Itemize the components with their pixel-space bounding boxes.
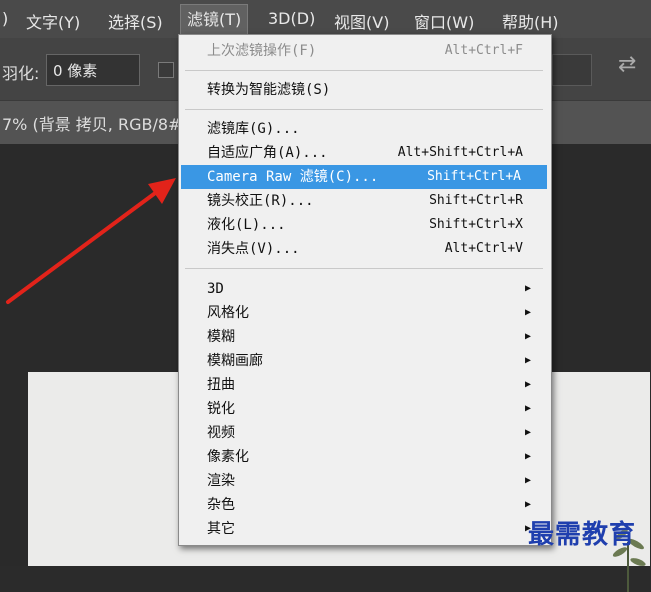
menu-item-help[interactable]: 帮助(H)	[502, 9, 559, 33]
submenu-label: 模糊	[207, 329, 235, 345]
menu-submenu-other[interactable]: 其它 ▶	[179, 517, 549, 541]
submenu-label: 风格化	[207, 305, 249, 321]
chevron-right-icon: ▶	[525, 379, 532, 390]
filter-menu: 上次滤镜操作(F) Alt+Ctrl+F 转换为智能滤镜(S) 滤镜库(G)..…	[178, 34, 552, 546]
swap-icon[interactable]: ⇄	[618, 52, 636, 77]
chevron-right-icon: ▶	[525, 307, 532, 318]
menu-submenu-distort[interactable]: 扭曲 ▶	[179, 373, 549, 397]
vanishing-point-label: 消失点(V)...	[207, 241, 300, 257]
chevron-right-icon: ▶	[525, 427, 532, 438]
menu-vanishing-point[interactable]: 消失点(V)... Alt+Ctrl+V	[179, 237, 549, 261]
last-filter-shortcut: Alt+Ctrl+F	[444, 43, 523, 58]
submenu-label: 模糊画廊	[207, 353, 263, 369]
anti-alias-checkbox[interactable]	[158, 62, 174, 78]
menu-submenu-video[interactable]: 视频 ▶	[179, 421, 549, 445]
lens-correction-shortcut: Shift+Ctrl+R	[429, 193, 523, 208]
menu-submenu-pixelate[interactable]: 像素化 ▶	[179, 445, 549, 469]
feather-input[interactable]: 0 像素	[46, 54, 140, 86]
vanishing-point-shortcut: Alt+Ctrl+V	[444, 241, 523, 256]
filter-gallery-label: 滤镜库(G)...	[207, 121, 300, 137]
menu-camera-raw-filter[interactable]: Camera Raw 滤镜(C)... Shift+Ctrl+A	[181, 165, 547, 189]
menu-item-view[interactable]: 视图(V)	[334, 9, 389, 33]
chevron-right-icon: ▶	[525, 451, 532, 462]
chevron-right-icon: ▶	[525, 475, 532, 486]
menu-item-filter[interactable]: 滤镜(T)	[180, 4, 249, 35]
width-input[interactable]	[552, 54, 592, 86]
submenu-label: 其它	[207, 521, 235, 537]
chevron-right-icon: ▶	[525, 403, 532, 414]
submenu-label: 视频	[207, 425, 235, 441]
document-tab[interactable]: 7% (背景 拷贝, RGB/8#	[2, 111, 181, 135]
menu-submenu-stylize[interactable]: 风格化 ▶	[179, 301, 549, 325]
feather-label: 羽化:	[2, 64, 40, 83]
smart-filter-label: 转换为智能滤镜(S)	[207, 82, 331, 98]
lens-correction-label: 镜头校正(R)...	[207, 193, 314, 209]
menu-bar: ) 文字(Y) 选择(S) 滤镜(T) 3D(D) 视图(V) 窗口(W) 帮助…	[0, 0, 651, 38]
menu-convert-smart-filter[interactable]: 转换为智能滤镜(S)	[179, 78, 549, 102]
menu-lens-correction[interactable]: 镜头校正(R)... Shift+Ctrl+R	[179, 189, 549, 213]
menu-item-select[interactable]: 选择(S)	[108, 9, 163, 33]
submenu-label: 杂色	[207, 497, 235, 513]
menu-submenu-blur[interactable]: 模糊 ▶	[179, 325, 549, 349]
menu-separator	[185, 109, 543, 110]
menu-submenu-noise[interactable]: 杂色 ▶	[179, 493, 549, 517]
watermark-logo: 最需教育	[528, 520, 637, 550]
chevron-right-icon: ▶	[525, 355, 532, 366]
menu-separator	[185, 268, 543, 269]
chevron-right-icon: ▶	[525, 331, 532, 342]
submenu-label: 渲染	[207, 473, 235, 489]
submenu-label: 3D	[207, 281, 224, 297]
menu-separator	[185, 70, 543, 71]
submenu-label: 扭曲	[207, 377, 235, 393]
camera-raw-label: Camera Raw 滤镜(C)...	[207, 169, 379, 185]
liquify-label: 液化(L)...	[207, 217, 286, 233]
submenu-label: 锐化	[207, 401, 235, 417]
last-filter-label: 上次滤镜操作(F)	[207, 43, 317, 59]
menu-submenu-blur-gallery[interactable]: 模糊画廊 ▶	[179, 349, 549, 373]
submenu-label: 像素化	[207, 449, 249, 465]
adaptive-wide-angle-shortcut: Alt+Shift+Ctrl+A	[397, 145, 523, 160]
menu-item-type[interactable]: 文字(Y)	[26, 9, 80, 33]
menu-liquify[interactable]: 液化(L)... Shift+Ctrl+X	[179, 213, 549, 237]
menu-submenu-render[interactable]: 渲染 ▶	[179, 469, 549, 493]
menu-item-3d[interactable]: 3D(D)	[268, 9, 315, 28]
menu-filter-gallery[interactable]: 滤镜库(G)...	[179, 117, 549, 141]
menu-last-filter: 上次滤镜操作(F) Alt+Ctrl+F	[179, 39, 549, 63]
chevron-right-icon: ▶	[525, 283, 532, 294]
camera-raw-shortcut: Shift+Ctrl+A	[427, 169, 521, 184]
menu-item-window[interactable]: 窗口(W)	[414, 9, 474, 33]
menu-submenu-sharpen[interactable]: 锐化 ▶	[179, 397, 549, 421]
adaptive-wide-angle-label: 自适应广角(A)...	[207, 145, 328, 161]
menu-item-truncated[interactable]: )	[2, 9, 8, 28]
menu-submenu-3d[interactable]: 3D ▶	[179, 277, 549, 301]
liquify-shortcut: Shift+Ctrl+X	[429, 217, 523, 232]
menu-adaptive-wide-angle[interactable]: 自适应广角(A)... Alt+Shift+Ctrl+A	[179, 141, 549, 165]
red-arrow-annotation	[6, 178, 176, 304]
